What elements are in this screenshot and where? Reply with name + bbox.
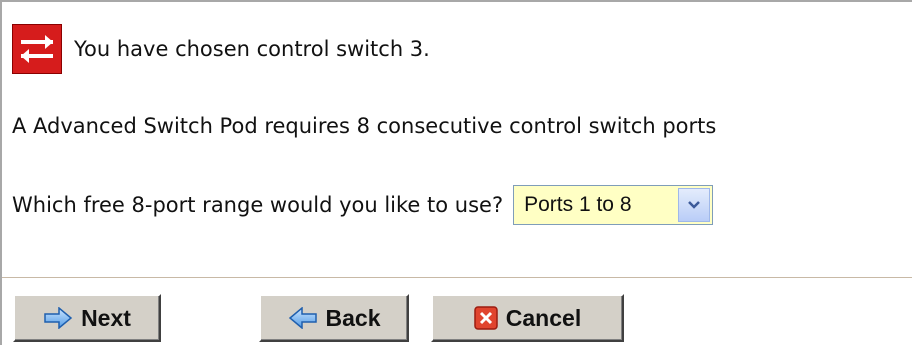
requirement-text: A Advanced Switch Pod requires 8 consecu… bbox=[12, 114, 717, 138]
cancel-button[interactable]: Cancel bbox=[431, 294, 624, 342]
chosen-switch-row: You have chosen control switch 3. bbox=[12, 24, 430, 74]
cancel-button-label: Cancel bbox=[505, 304, 582, 331]
port-range-row: Which free 8-port range would you like t… bbox=[12, 185, 714, 225]
chosen-switch-text: You have chosen control switch 3. bbox=[74, 37, 430, 61]
next-button-label: Next bbox=[81, 304, 131, 331]
back-button[interactable]: Back bbox=[259, 294, 409, 342]
chevron-down-icon[interactable] bbox=[678, 188, 711, 222]
switch-arrows-icon bbox=[12, 24, 62, 74]
arrow-left-icon bbox=[288, 307, 317, 329]
port-range-selected-value: Ports 1 to 8 bbox=[524, 193, 632, 216]
port-range-question: Which free 8-port range would you like t… bbox=[12, 193, 504, 217]
next-button[interactable]: Next bbox=[13, 294, 161, 342]
arrow-right-icon bbox=[44, 307, 73, 329]
divider bbox=[2, 277, 912, 279]
back-button-label: Back bbox=[325, 304, 381, 331]
close-x-icon bbox=[474, 306, 498, 330]
port-range-select[interactable]: Ports 1 to 8 bbox=[513, 185, 714, 225]
